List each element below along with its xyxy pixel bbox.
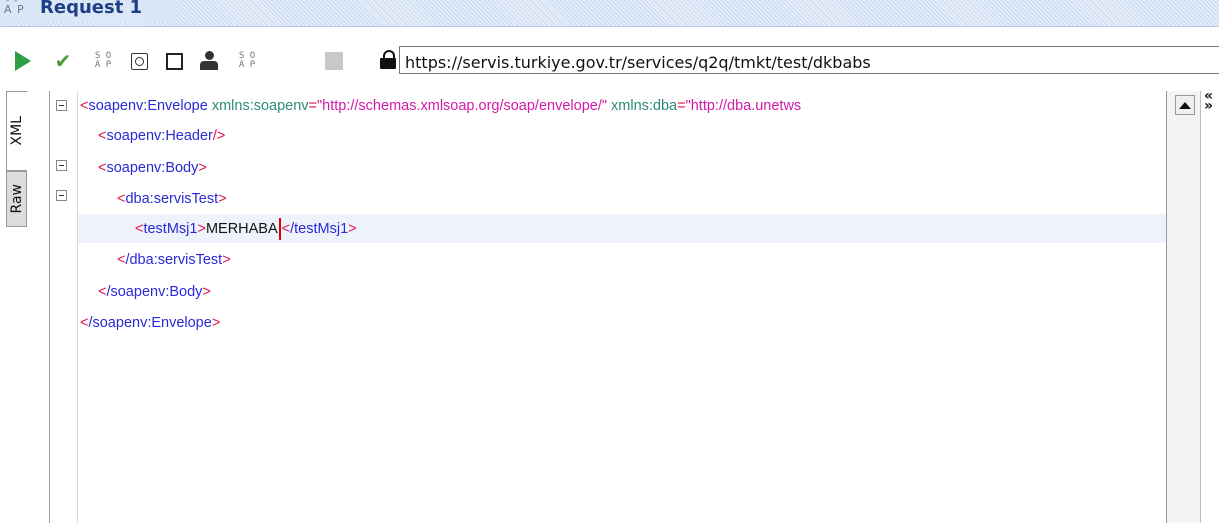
- code-line: <soapenv:Envelope xmlns:soapenv="http://…: [80, 98, 802, 114]
- validate-button[interactable]: ✔: [52, 49, 74, 73]
- title-badge: A P Request 1: [0, 0, 176, 22]
- run-request-button[interactable]: [12, 50, 34, 72]
- square-button[interactable]: [163, 50, 185, 72]
- so-ap-icon: S OA P: [94, 51, 112, 70]
- request-title: Request 1: [40, 0, 143, 18]
- lock-icon: [380, 50, 396, 69]
- user-icon: [205, 51, 214, 60]
- text-caret: [278, 218, 281, 241]
- response-panel-collapsed[interactable]: «»: [1200, 89, 1219, 523]
- expand-panel-icon[interactable]: «»: [1204, 89, 1218, 125]
- square-icon: [165, 52, 183, 70]
- code-line: </dba:servisTest>: [117, 252, 231, 268]
- code-line: <dba:servisTest>: [117, 191, 227, 207]
- code-line: </soapenv:Envelope>: [80, 315, 221, 331]
- window-button[interactable]: [128, 50, 150, 72]
- gray-square-icon: [325, 52, 343, 70]
- code-line: <soapenv:Body>: [98, 160, 207, 176]
- xml-editor[interactable]: <soapenv:Envelope xmlns:soapenv="http://…: [49, 91, 1167, 523]
- scroll-up-button[interactable]: [1175, 95, 1195, 115]
- soapui-ap-icon: A P: [4, 0, 34, 20]
- tab-raw[interactable]: Raw: [6, 171, 27, 227]
- so-ap-button[interactable]: S OA P: [92, 50, 114, 72]
- tab-xml[interactable]: XML: [6, 91, 27, 171]
- disabled-button[interactable]: [323, 50, 345, 72]
- request-title-bar: A P Request 1: [0, 0, 1219, 27]
- editor-view-tabs: XML Raw: [0, 91, 28, 523]
- window-icon: [130, 52, 148, 70]
- code-line: <soapenv:Header/>: [98, 128, 226, 144]
- play-icon: [15, 51, 31, 71]
- so-ap-button-2[interactable]: S OA P: [236, 50, 258, 72]
- code-area[interactable]: <soapenv:Envelope xmlns:soapenv="http://…: [50, 91, 1167, 523]
- so-ap-icon: S OA P: [238, 51, 256, 70]
- endpoint-url-input[interactable]: [399, 46, 1219, 74]
- arrow-up-icon: [1179, 101, 1191, 109]
- check-icon: ✔: [54, 49, 72, 73]
- user-button[interactable]: [198, 50, 220, 72]
- vertical-scrollbar[interactable]: [1166, 91, 1200, 523]
- code-line: </soapenv:Body>: [98, 284, 211, 300]
- code-line-current: <testMsj1>MERHABA </testMsj1>: [135, 214, 357, 244]
